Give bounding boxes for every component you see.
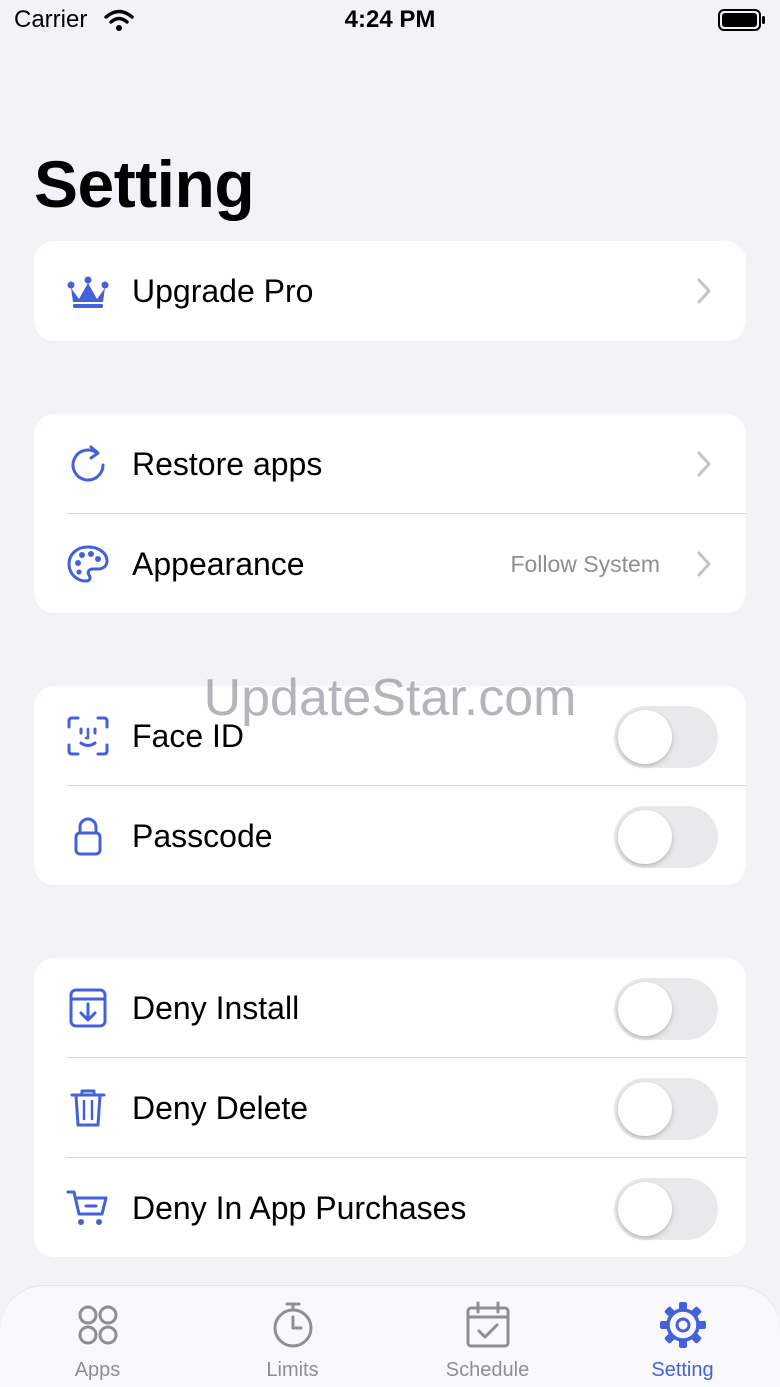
download-box-icon bbox=[69, 988, 107, 1028]
tab-schedule[interactable]: Schedule bbox=[390, 1286, 585, 1387]
deny-in-app-purchases-row: Deny In App Purchases bbox=[34, 1158, 746, 1257]
tab-label: Schedule bbox=[445, 1359, 530, 1381]
general-card: Restore apps Appearance Follow System bbox=[34, 414, 746, 613]
status-bar: Carrier 4:24 PM bbox=[0, 0, 780, 44]
restore-apps-row[interactable]: Restore apps bbox=[34, 414, 746, 514]
toggle-knob bbox=[618, 1082, 672, 1136]
deny-install-label: Deny Install bbox=[132, 990, 300, 1026]
chevron-right-icon bbox=[697, 451, 711, 477]
deny-install-toggle[interactable] bbox=[614, 978, 718, 1040]
passcode-row: Passcode bbox=[34, 786, 746, 885]
tab-bar: Apps Limits Schedule Setting bbox=[0, 1286, 780, 1387]
tab-limits[interactable]: Limits bbox=[195, 1286, 390, 1387]
gear-icon bbox=[660, 1302, 706, 1348]
tab-label: Setting bbox=[651, 1359, 714, 1381]
lock-icon bbox=[74, 817, 102, 856]
clock: 4:24 PM bbox=[344, 6, 436, 33]
appearance-row[interactable]: Appearance Follow System bbox=[34, 514, 746, 613]
tab-label: Apps bbox=[74, 1359, 121, 1381]
calendar-check-icon bbox=[466, 1301, 510, 1348]
upgrade-card: Upgrade Pro bbox=[34, 241, 746, 341]
toggle-knob bbox=[618, 810, 672, 864]
upgrade-pro-row[interactable]: Upgrade Pro bbox=[34, 241, 746, 341]
restrictions-card: Deny Install Deny Delete Deny In App Pur… bbox=[34, 958, 746, 1257]
appearance-value: Follow System bbox=[510, 551, 660, 577]
passcode-toggle[interactable] bbox=[614, 806, 718, 868]
chevron-right-icon bbox=[697, 278, 711, 304]
cart-icon bbox=[66, 1190, 108, 1225]
deny-delete-label: Deny Delete bbox=[132, 1090, 309, 1126]
restore-icon bbox=[71, 445, 105, 482]
timer-icon bbox=[273, 1302, 313, 1348]
trash-icon bbox=[70, 1089, 106, 1127]
crown-icon bbox=[67, 276, 109, 308]
watermark: UpdateStar.com bbox=[203, 669, 577, 727]
restore-apps-label: Restore apps bbox=[132, 446, 323, 482]
page-title: Setting bbox=[34, 147, 255, 221]
tab-label: Limits bbox=[266, 1359, 319, 1381]
deny-delete-row: Deny Delete bbox=[34, 1058, 746, 1158]
deny-install-row: Deny Install bbox=[34, 958, 746, 1058]
upgrade-pro-label: Upgrade Pro bbox=[132, 273, 314, 309]
battery-icon bbox=[718, 9, 765, 31]
toggle-knob bbox=[618, 1182, 672, 1236]
deny-iap-toggle[interactable] bbox=[614, 1178, 718, 1240]
apps-grid-icon bbox=[78, 1305, 118, 1345]
toggle-knob bbox=[618, 982, 672, 1036]
tab-setting[interactable]: Setting bbox=[585, 1286, 780, 1387]
appearance-label: Appearance bbox=[132, 546, 305, 582]
passcode-label: Passcode bbox=[132, 818, 273, 854]
deny-delete-toggle[interactable] bbox=[614, 1078, 718, 1140]
palette-icon bbox=[67, 545, 109, 583]
chevron-right-icon bbox=[697, 551, 711, 577]
deny-iap-label: Deny In App Purchases bbox=[132, 1190, 467, 1226]
tab-apps[interactable]: Apps bbox=[0, 1286, 195, 1387]
